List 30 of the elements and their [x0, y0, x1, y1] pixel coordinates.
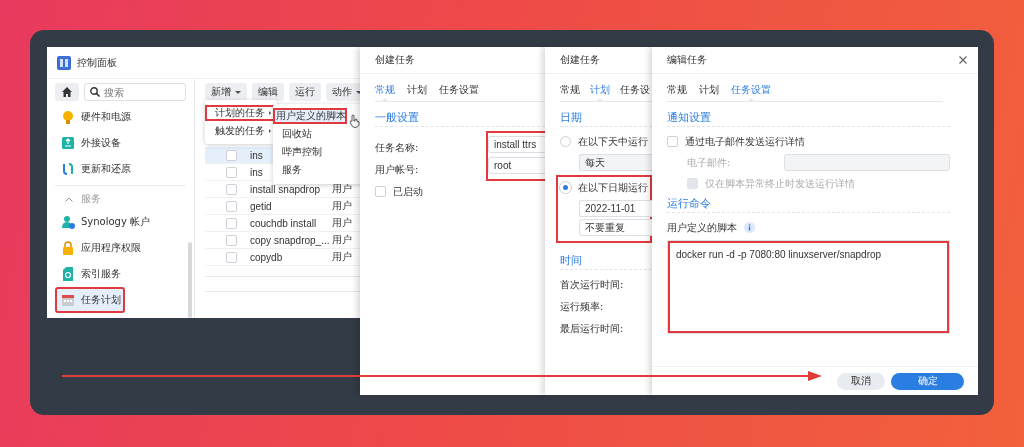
checkbox-label: 通过电子邮件发送运行详情 — [685, 134, 805, 149]
table-cell: getid — [250, 200, 272, 212]
dialog-title: 创建任务 — [375, 53, 415, 67]
table-cell: ins — [250, 166, 263, 178]
dialog-title: 编辑任务 — [667, 53, 707, 67]
radio-label: 在以下日期运行 — [578, 180, 648, 195]
section-title: 通知设置 — [667, 108, 950, 127]
table-cell: ins — [250, 149, 263, 161]
field-label: 电子邮件: — [687, 155, 731, 170]
checkbox-label: 仅在脚本异常终止时发送运行详情 — [705, 176, 855, 191]
table-cell: install snapdrop — [250, 183, 321, 195]
table-cell: 用户 — [332, 216, 352, 230]
table-cell: 用户 — [332, 199, 352, 213]
table-cell: copy snapdrop_... — [250, 234, 330, 246]
field-label: 最后运行时间: — [560, 322, 625, 336]
section-title: 运行命令 — [667, 194, 950, 213]
table-cell: 用户 — [332, 250, 352, 264]
field-label: 用户定义的脚本 — [667, 220, 737, 235]
field-label: 任务名称: — [375, 141, 420, 155]
table-cell: couchdb install — [250, 217, 317, 229]
dialog-title: 创建任务 — [560, 53, 600, 67]
field-label: 首次运行时间: — [560, 278, 625, 292]
field-label: 运行频率: — [560, 300, 605, 314]
checkbox-label: 已启动 — [393, 184, 423, 199]
table-cell: copydb — [250, 251, 283, 263]
table-cell: 用户 — [332, 233, 352, 247]
table-cell: 用户 — [332, 182, 352, 196]
radio-label: 在以下天中运行 — [578, 134, 648, 149]
field-label: 用户帐号: — [375, 163, 420, 177]
window-title: 控制面板 — [77, 55, 117, 70]
